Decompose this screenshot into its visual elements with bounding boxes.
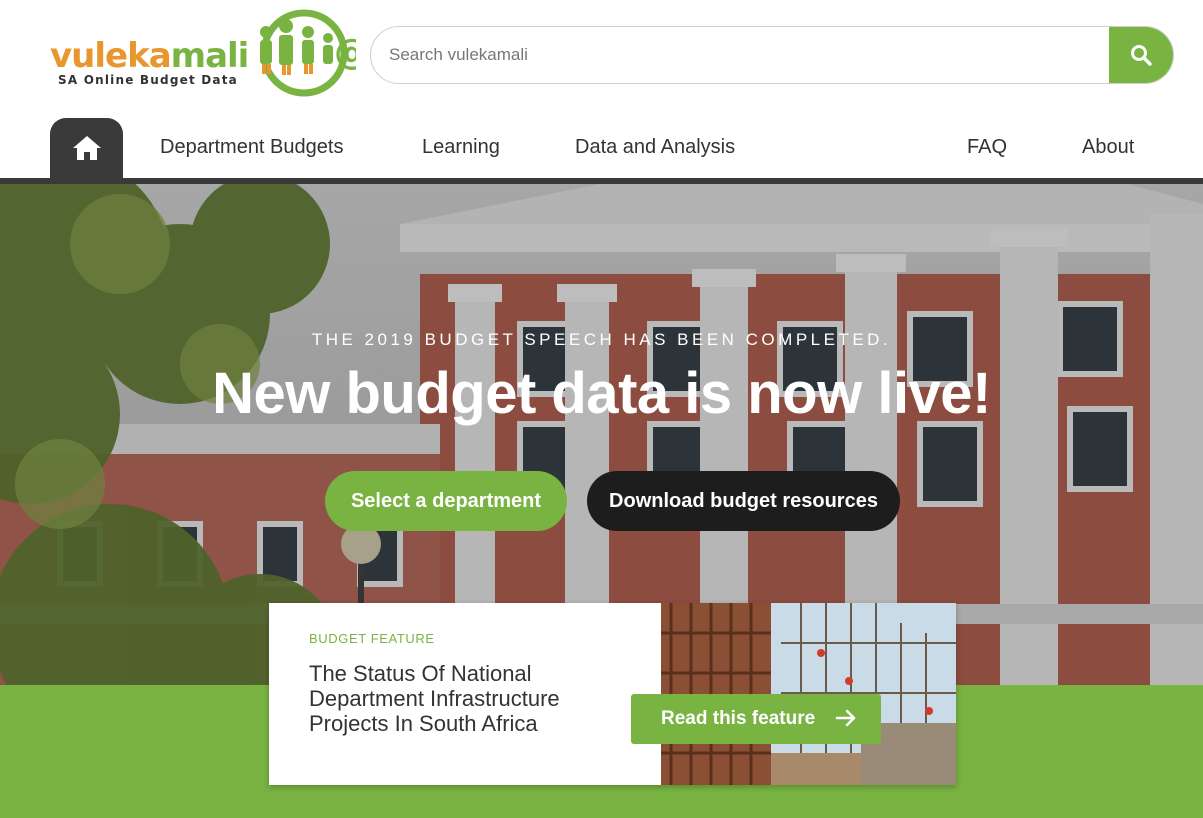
home-icon (72, 136, 101, 160)
nav-item-learning[interactable]: Learning (422, 136, 500, 159)
arrow-right-icon (835, 709, 856, 727)
read-feature-button[interactable]: Read this feature (631, 694, 881, 744)
search-icon (1131, 45, 1152, 66)
main-nav: Department Budgets Learning Data and Ana… (0, 112, 1203, 178)
nav-item-department-budgets[interactable]: Department Budgets (160, 136, 343, 159)
site-header: vulekamali SA Online Budget Data @ (0, 0, 1203, 112)
select-department-button[interactable]: Select a department (325, 471, 567, 531)
hero-title: New budget data is now live! (212, 361, 991, 426)
svg-text:@: @ (334, 32, 356, 73)
read-feature-label: Read this feature (661, 708, 816, 729)
search-input[interactable] (371, 27, 1111, 83)
feature-kicker: BUDGET FEATURE (309, 631, 435, 646)
search-bar (370, 26, 1174, 84)
hero-kicker: THE 2019 BUDGET SPEECH HAS BEEN COMPLETE… (311, 330, 892, 349)
logo-people-icon: @ (260, 9, 356, 97)
nav-item-faq[interactable]: FAQ (967, 136, 1007, 159)
nav-home-button[interactable] (50, 118, 123, 178)
nav-item-data-and-analysis[interactable]: Data and Analysis (575, 136, 735, 159)
nav-item-about[interactable]: About (1082, 136, 1134, 159)
vulekamali-logo[interactable]: vulekamali SA Online Budget Data @ (48, 6, 358, 100)
download-resources-button[interactable]: Download budget resources (587, 471, 900, 531)
search-button[interactable] (1109, 27, 1173, 83)
feature-title[interactable]: The Status Of National Department Infras… (309, 661, 629, 736)
feature-card: BUDGET FEATURE The Status Of National De… (269, 603, 956, 785)
